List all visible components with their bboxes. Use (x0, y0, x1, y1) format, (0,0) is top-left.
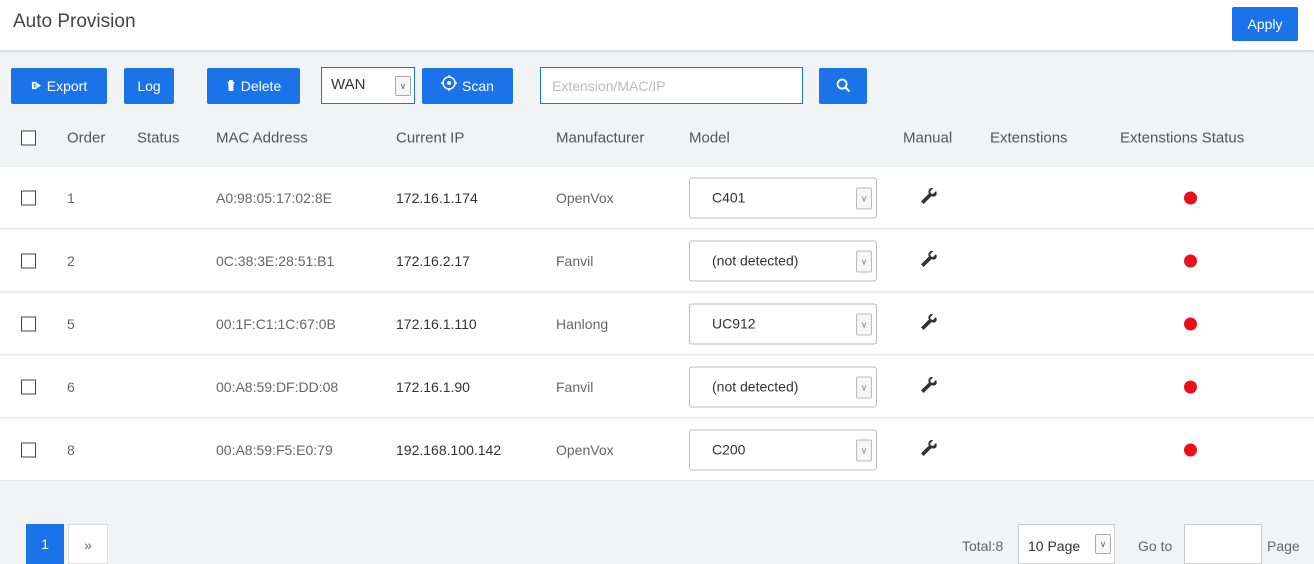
header: Auto Provision Apply (0, 0, 1314, 52)
wrench-icon[interactable] (920, 187, 938, 208)
wrench-icon[interactable] (920, 313, 938, 334)
model-select[interactable]: (not detected) ∨ (689, 366, 877, 407)
chevron-down-icon: ∨ (856, 376, 872, 398)
search-input[interactable] (540, 67, 803, 104)
col-extensions[interactable]: Extenstions (990, 130, 1068, 147)
delete-button[interactable]: Delete (207, 68, 300, 104)
table-row[interactable]: 8 00:A8:59:F5:E0:79 192.168.100.142 Open… (0, 419, 1314, 481)
col-status[interactable]: Status (137, 130, 180, 147)
scan-button[interactable]: Scan (422, 68, 513, 104)
toolbar: Export Log Delete WAN ∨ Scan (0, 56, 1314, 110)
col-ip[interactable]: Current IP (396, 130, 464, 147)
goto-page-input[interactable] (1184, 524, 1262, 564)
row-ip: 192.168.100.142 (396, 441, 502, 458)
col-mac[interactable]: MAC Address (216, 130, 308, 147)
col-manual: Manual (903, 129, 953, 147)
export-label: Export (46, 78, 88, 94)
table-row[interactable]: 6 00:A8:59:DF:DD:08 172.16.1.90 Fanvil (… (0, 356, 1314, 418)
search-button[interactable] (819, 68, 867, 104)
chevron-down-icon: ∨ (856, 187, 872, 209)
network-select[interactable]: WAN ∨ (321, 67, 415, 104)
table-row[interactable]: 2 0C:38:3E:28:51:B1 172.16.2.17 Fanvil (… (0, 230, 1314, 292)
row-manufacturer: OpenVox (556, 189, 614, 206)
goto-label: Go to (1138, 538, 1173, 554)
wrench-icon[interactable] (920, 376, 938, 397)
page-title: Auto Provision (13, 11, 136, 32)
row-ip: 172.16.1.174 (396, 189, 478, 206)
total-count: Total:8 (962, 538, 1004, 554)
next-page-button[interactable]: » (68, 524, 108, 564)
apply-button[interactable]: Apply (1232, 7, 1298, 41)
row-order: 6 (67, 378, 75, 395)
select-all-checkbox[interactable] (21, 130, 36, 146)
row-order: 1 (67, 189, 75, 206)
row-mac: 00:1F:C1:1C:67:0B (216, 315, 336, 332)
log-button[interactable]: Log (124, 68, 174, 104)
row-order: 5 (67, 315, 75, 332)
row-mac: 0C:38:3E:28:51:B1 (216, 252, 335, 269)
page-size-value: 10 Page (1028, 538, 1081, 554)
row-manufacturer: OpenVox (556, 441, 614, 458)
model-select[interactable]: (not detected) ∨ (689, 240, 877, 281)
table-header: Order Status MAC Address Current IP Manu… (0, 110, 1314, 166)
model-select[interactable]: UC912 ∨ (689, 303, 877, 344)
row-checkbox[interactable] (21, 379, 36, 394)
status-indicator (1184, 443, 1197, 456)
model-select[interactable]: C401 ∨ (689, 177, 877, 218)
chevron-down-icon: ∨ (856, 250, 872, 272)
row-mac: 00:A8:59:DF:DD:08 (216, 378, 339, 395)
row-manufacturer: Hanlong (556, 315, 609, 332)
chevron-down-icon: ∨ (1095, 534, 1111, 554)
row-order: 2 (67, 252, 75, 269)
search-icon (836, 78, 851, 96)
wrench-icon[interactable] (920, 439, 938, 460)
row-checkbox[interactable] (21, 253, 36, 268)
trash-icon (226, 69, 236, 105)
status-indicator (1184, 317, 1197, 330)
scan-label: Scan (462, 78, 494, 94)
scan-target-icon (441, 69, 458, 105)
model-select-value: (not detected) (712, 378, 799, 394)
row-mac: 00:A8:59:F5:E0:79 (216, 441, 333, 458)
wrench-icon[interactable] (920, 250, 938, 271)
col-ext-status[interactable]: Extenstions Status (1120, 130, 1244, 147)
status-indicator (1184, 191, 1197, 204)
status-indicator (1184, 254, 1197, 267)
model-select-value: C401 (712, 189, 746, 205)
row-checkbox[interactable] (21, 190, 36, 205)
row-checkbox[interactable] (21, 316, 36, 331)
table-row[interactable]: 1 A0:98:05:17:02:8E 172.16.1.174 OpenVox… (0, 167, 1314, 229)
col-order[interactable]: Order (67, 130, 105, 147)
col-manufacturer[interactable]: Manufacturer (556, 130, 644, 147)
row-order: 8 (67, 441, 75, 458)
row-mac: A0:98:05:17:02:8E (216, 189, 332, 206)
row-manufacturer: Fanvil (556, 378, 594, 395)
col-model[interactable]: Model (689, 130, 730, 147)
page-size-select[interactable]: 10 Page ∨ (1018, 524, 1115, 564)
page-1-button[interactable]: 1 (26, 524, 64, 564)
network-select-value: WAN (331, 76, 366, 93)
row-ip: 172.16.1.110 (396, 315, 477, 332)
table-row[interactable]: 5 00:1F:C1:1C:67:0B 172.16.1.110 Hanlong… (0, 293, 1314, 355)
model-select-value: C200 (712, 441, 746, 457)
row-ip: 172.16.2.17 (396, 252, 470, 269)
chevron-down-icon: ∨ (856, 439, 872, 461)
export-button[interactable]: Export (11, 68, 107, 104)
model-select-value: (not detected) (712, 252, 799, 268)
status-indicator (1184, 380, 1197, 393)
delete-label: Delete (240, 78, 282, 94)
row-manufacturer: Fanvil (556, 252, 594, 269)
export-icon (31, 69, 42, 105)
model-select-value: UC912 (712, 315, 756, 331)
chevron-down-icon: ∨ (395, 76, 411, 96)
row-ip: 172.16.1.90 (396, 378, 470, 395)
page-suffix: Page (1267, 538, 1300, 554)
row-checkbox[interactable] (21, 442, 36, 457)
chevron-down-icon: ∨ (856, 313, 872, 335)
model-select[interactable]: C200 ∨ (689, 429, 877, 470)
